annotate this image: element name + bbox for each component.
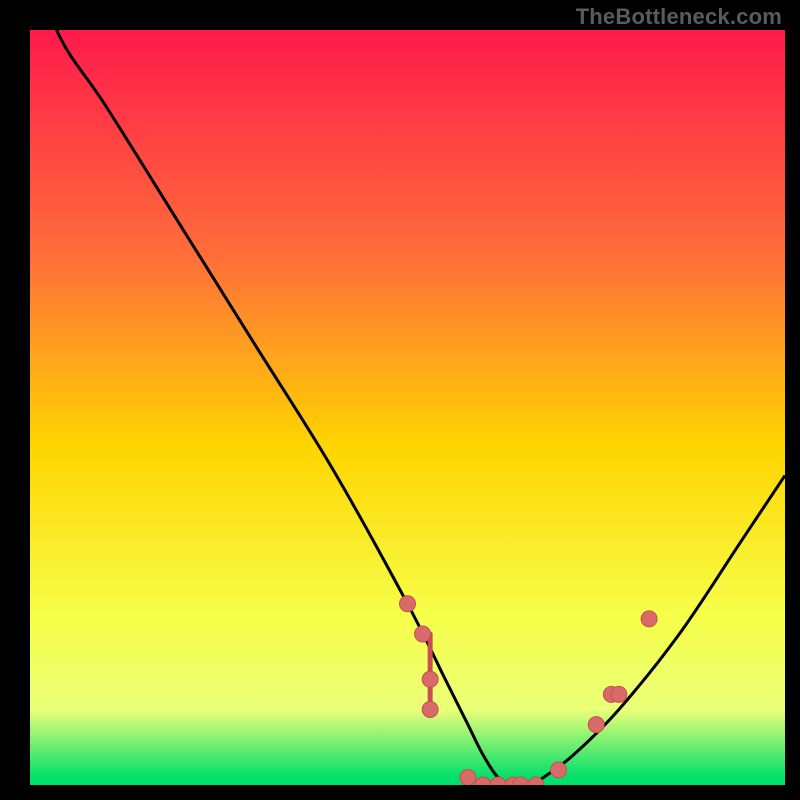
data-marker <box>415 626 431 642</box>
data-marker <box>422 671 438 687</box>
data-marker <box>611 686 627 702</box>
chart-stage: { "watermark": "TheBottleneck.com", "col… <box>0 0 800 800</box>
data-marker <box>400 596 416 612</box>
bottleneck-chart <box>0 0 800 800</box>
data-marker <box>588 717 604 733</box>
data-marker <box>551 762 567 778</box>
data-marker <box>641 611 657 627</box>
data-marker <box>460 769 476 785</box>
watermark-text: TheBottleneck.com <box>576 4 782 30</box>
chart-plot-area <box>30 30 785 785</box>
data-marker <box>422 702 438 718</box>
